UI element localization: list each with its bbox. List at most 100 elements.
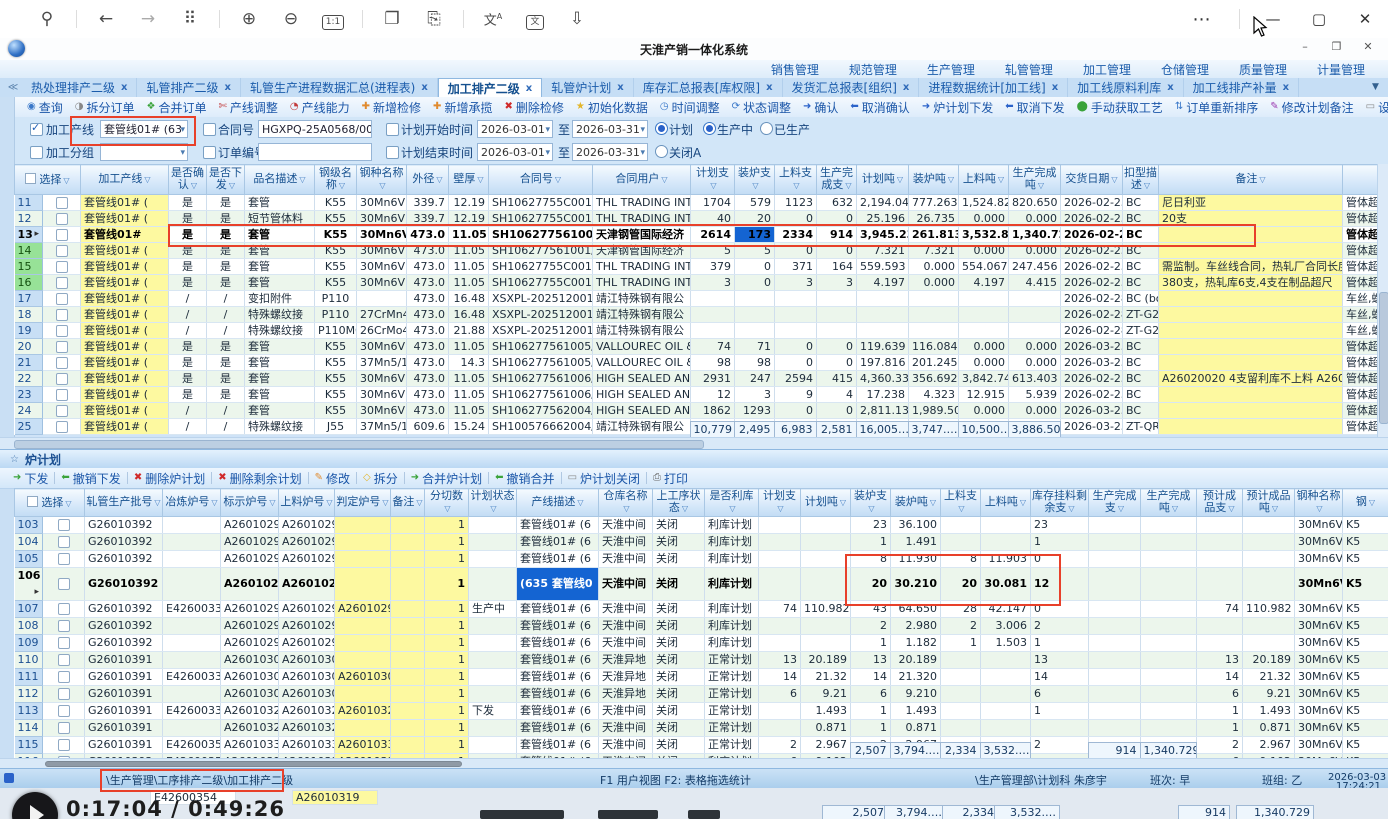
cell-date[interactable]: 2026-02-28: [1061, 323, 1123, 339]
cell-splits[interactable]: 1: [425, 601, 469, 618]
row-checkbox-cell[interactable]: [43, 720, 85, 737]
cell-feed-t[interactable]: [981, 517, 1031, 534]
cell-line[interactable]: 套管线01# (: [81, 243, 169, 259]
cell-done-t[interactable]: [1141, 601, 1197, 618]
cell-feed-t[interactable]: 0.000: [959, 355, 1009, 371]
table-row[interactable]: 23套管线01# (是是套管K5530Mn6V473.011.05SH10627…: [15, 387, 1388, 403]
edit-icon[interactable]: ⎘: [413, 0, 455, 38]
cell-steel[interactable]: 30Mn6V: [357, 387, 407, 403]
cell-done-pcs[interactable]: [1089, 534, 1141, 551]
cell-line[interactable]: 套管线01# (: [81, 323, 169, 339]
cell-line-desc[interactable]: 套管线01# (6: [517, 601, 599, 618]
cell-product[interactable]: 套管: [245, 339, 315, 355]
table-row[interactable]: 12套管线01# (是是短节管体料K5530Mn6V339.712.19SH10…: [15, 211, 1388, 227]
cell-mark-no[interactable]: A26010298: [221, 534, 279, 551]
col-header-feed-no[interactable]: 上料炉号▽: [279, 489, 335, 517]
cell-thread[interactable]: BC: [1123, 403, 1159, 419]
cell-contract[interactable]: SH106277561001/001: [489, 227, 593, 243]
row-checkbox-cell[interactable]: [43, 339, 81, 355]
cell-note[interactable]: [1159, 323, 1343, 339]
cell-send[interactable]: /: [207, 403, 245, 419]
cell-batch[interactable]: G26010391: [85, 720, 163, 737]
cell-feed-no[interactable]: A26010324: [279, 703, 335, 720]
cell-confirm[interactable]: 是: [169, 195, 207, 211]
cell-steel[interactable]: 30Mn6V: [1295, 720, 1343, 737]
status-adjust-button[interactable]: ⟳状态调整: [727, 99, 796, 116]
cell-done-t[interactable]: [1009, 323, 1061, 339]
furnace-plan-close-button[interactable]: ▭炉计划关闭: [563, 470, 645, 487]
cell-feed-t[interactable]: 1.503: [981, 635, 1031, 652]
cell-est-pcs[interactable]: [1197, 618, 1243, 635]
cell-feed-no[interactable]: A26010302: [279, 652, 335, 669]
cell-line[interactable]: 套管线01# (: [81, 291, 169, 307]
cell-thread[interactable]: BC: [1123, 195, 1159, 211]
col-header-customer[interactable]: 合同用户▽: [593, 165, 691, 195]
filter-icon[interactable]: ▽: [1111, 175, 1117, 184]
cell-od[interactable]: 473.0: [407, 307, 449, 323]
filter-icon[interactable]: ▽: [299, 175, 305, 184]
cell-steel[interactable]: 26CrMo4: [357, 323, 407, 339]
cell-note[interactable]: [391, 551, 425, 568]
cell-utilize[interactable]: 正常计划: [705, 720, 759, 737]
tab[interactable]: 加工排产二级x: [438, 78, 542, 97]
col-header-send[interactable]: 是否下发▽: [207, 165, 245, 195]
cell-est-pcs[interactable]: [1197, 568, 1243, 601]
cell-thread[interactable]: BC: [1123, 275, 1159, 291]
cell-est-pcs[interactable]: 1: [1197, 720, 1243, 737]
cell-warehouse[interactable]: 天淮中间: [599, 551, 653, 568]
cell-grade[interactable]: K55: [315, 211, 357, 227]
cell-note[interactable]: [391, 601, 425, 618]
cell-done-pcs[interactable]: 0: [817, 355, 857, 371]
col-header-prev-status[interactable]: 上工序状态▽: [653, 489, 705, 517]
table-row[interactable]: 20套管线01# (是是套管K5530Mn6V473.011.05SH10627…: [15, 339, 1388, 355]
cell-grade[interactable]: K5: [1343, 635, 1388, 652]
cell-done-pcs[interactable]: [1089, 618, 1141, 635]
cell-done-pcs[interactable]: [817, 323, 857, 339]
cell-furnace-t[interactable]: 201.245: [909, 355, 959, 371]
cell-prev-status[interactable]: 关闭: [653, 686, 705, 703]
cell-note[interactable]: [1159, 387, 1343, 403]
cell-feed-pcs[interactable]: [941, 669, 981, 686]
filter-icon[interactable]: ▽: [211, 498, 217, 507]
cell-plan-pcs[interactable]: [759, 534, 801, 551]
col-header-warehouse[interactable]: 仓库名称▽: [599, 489, 653, 517]
print-button[interactable]: ⎙打印: [648, 470, 693, 487]
tab-close-icon[interactable]: x: [224, 82, 230, 93]
col-header-est-pcs[interactable]: 预计成品支▽: [1197, 489, 1243, 517]
row-checkbox-cell[interactable]: [43, 275, 81, 291]
cell-note[interactable]: [391, 720, 425, 737]
cell-line[interactable]: 套管线01# (: [81, 355, 169, 371]
cell-splits[interactable]: 1: [425, 703, 469, 720]
cell-note[interactable]: 尼日利亚: [1159, 195, 1343, 211]
cell-mark-no[interactable]: A26010302: [221, 686, 279, 703]
cell-remain[interactable]: 0: [1031, 601, 1089, 618]
forward-icon[interactable]: →: [127, 0, 169, 38]
cell-done-t[interactable]: [1141, 669, 1197, 686]
cell-plan-t[interactable]: 9.21: [801, 686, 851, 703]
col-header-feed-pcs[interactable]: 上料支▽: [941, 489, 981, 517]
col-header-note[interactable]: 备注▽: [1159, 165, 1343, 195]
cell-steel[interactable]: 30Mn6V: [357, 259, 407, 275]
cell-feed-pcs[interactable]: [775, 291, 817, 307]
download-icon[interactable]: ⇩: [556, 0, 598, 38]
cell-feed-pcs[interactable]: [775, 323, 817, 339]
cell-done-pcs[interactable]: 415: [817, 371, 857, 387]
cell-done-pcs[interactable]: [1089, 703, 1141, 720]
cell-customer[interactable]: 天津钢管国际经济: [593, 243, 691, 259]
cell-utilize[interactable]: 正常计划: [705, 669, 759, 686]
col-header-furnace-pcs[interactable]: 装炉支▽: [851, 489, 891, 517]
cell-prev-status[interactable]: 关闭: [653, 568, 705, 601]
play-button[interactable]: [12, 792, 58, 819]
cell-furnace-t[interactable]: 26.735: [909, 211, 959, 227]
cell-plan-t[interactable]: 197.816: [857, 355, 909, 371]
actual-size-icon[interactable]: 1:1: [312, 0, 354, 38]
cell-customer[interactable]: 靖江特殊钢有限公: [593, 291, 691, 307]
cell-furnace-t[interactable]: 11.930: [891, 551, 941, 568]
cell-plan-t[interactable]: 4.197: [857, 275, 909, 291]
row-checkbox[interactable]: [56, 213, 68, 225]
cell-est-pcs[interactable]: 6: [1197, 686, 1243, 703]
filter-icon[interactable]: ▽: [382, 498, 388, 507]
cell-done-t[interactable]: [1141, 686, 1197, 703]
cell-line-desc[interactable]: 套管线01# (6: [517, 686, 599, 703]
cell-contract[interactable]: SH106277561006/001: [489, 371, 593, 387]
